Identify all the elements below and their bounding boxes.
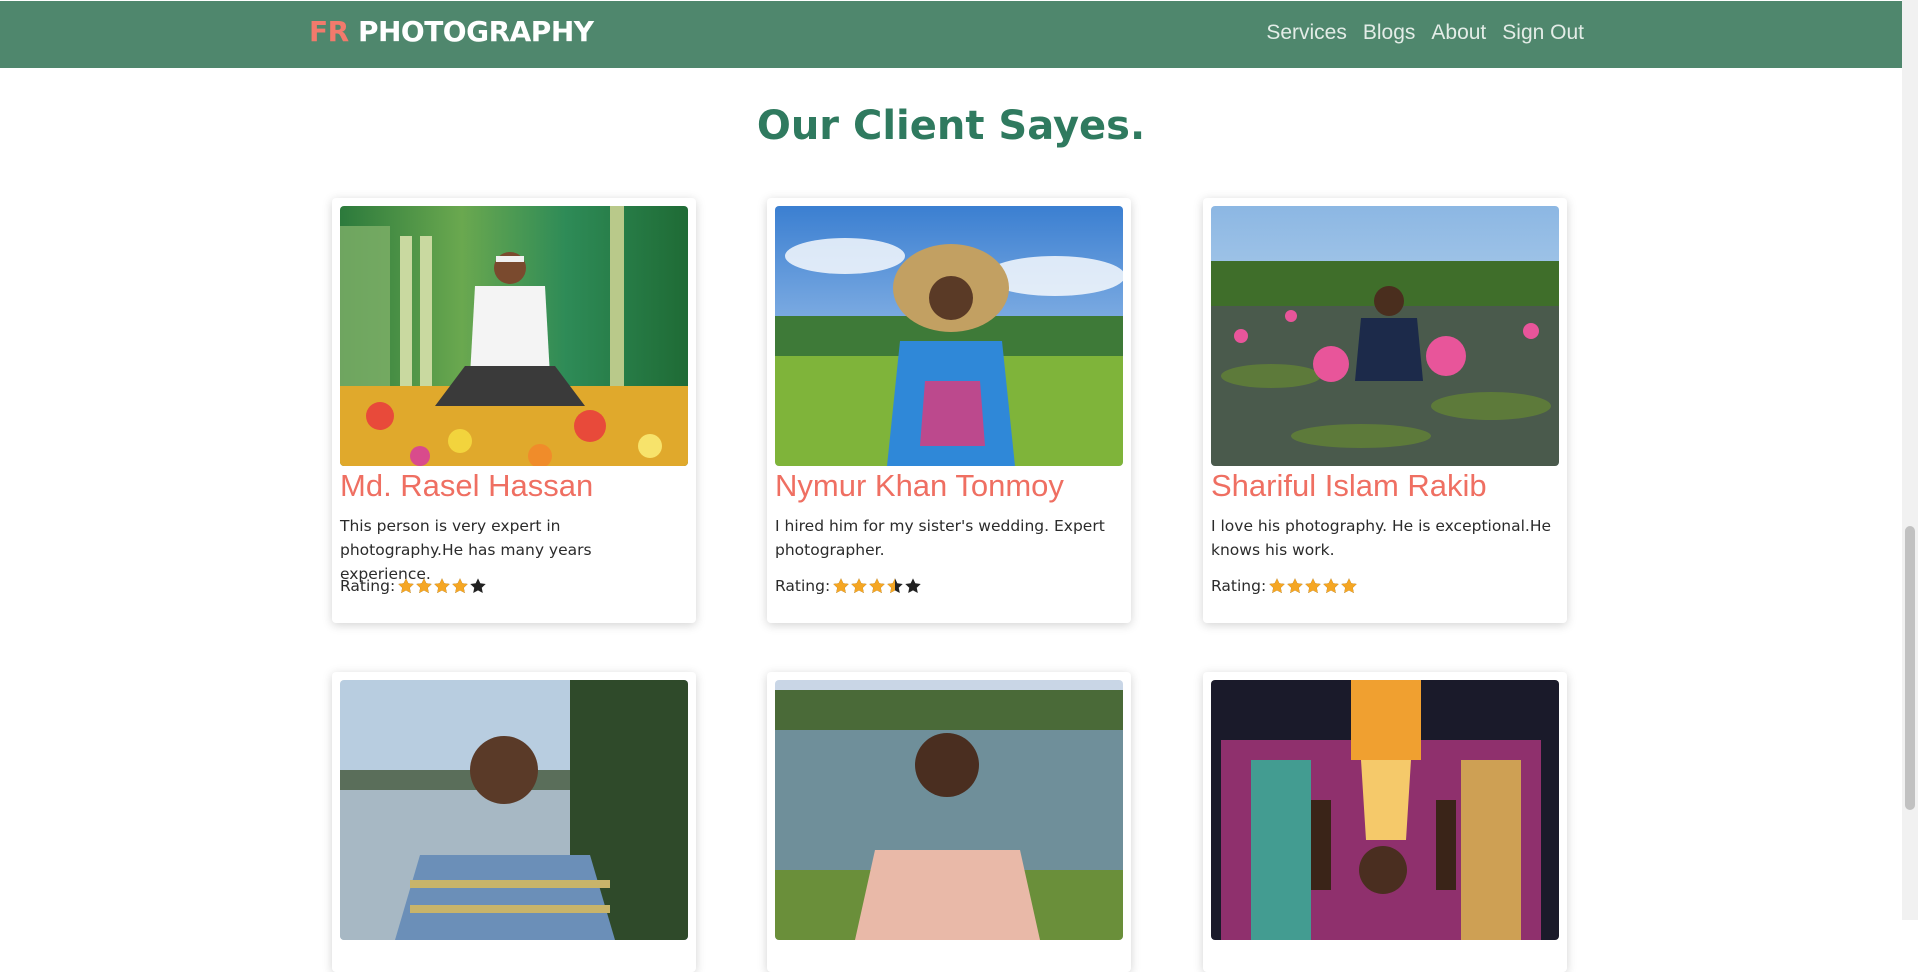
client-photo: [340, 680, 688, 940]
nav-sign-out[interactable]: Sign Out: [1502, 21, 1584, 45]
client-testimonial: I love his photography. He is exceptiona…: [1211, 517, 1552, 559]
rating: Rating:: [775, 577, 922, 595]
client-testimonial: I hired him for my sister's wedding. Exp…: [775, 517, 1105, 559]
star-filled-icon: [434, 578, 450, 594]
client-name: Md. Rasel Hassan: [340, 468, 594, 503]
star-filled-icon: [833, 578, 849, 594]
client-photo: [775, 206, 1123, 466]
star-filled-icon: [851, 578, 867, 594]
star-empty-icon: [905, 578, 921, 594]
nav-services[interactable]: Services: [1266, 21, 1347, 45]
star-filled-icon: [869, 578, 885, 594]
brand-name: PHOTOGRAPHY: [357, 15, 594, 48]
testimonial-card: [332, 672, 696, 972]
navbar: FR PHOTOGRAPHY Services Blogs About Sign…: [0, 1, 1902, 68]
star-half-icon: [887, 578, 903, 594]
rating-label: Rating:: [1211, 577, 1267, 595]
star-empty-icon: [470, 578, 486, 594]
star-filled-icon: [398, 578, 414, 594]
scrollbar-thumb[interactable]: [1905, 526, 1915, 810]
brand-accent: FR: [309, 15, 349, 48]
rating-stars: [1268, 577, 1358, 595]
testimonial-card: Nymur Khan Tonmoy I hired him for my sis…: [767, 198, 1131, 623]
client-testimonial: This person is very expert in photograph…: [340, 517, 592, 583]
star-filled-icon: [1323, 578, 1339, 594]
nav-about[interactable]: About: [1431, 21, 1486, 45]
client-photo: [1211, 680, 1559, 940]
star-filled-icon: [1269, 578, 1285, 594]
client-photo: [775, 680, 1123, 940]
testimonial-card: [1203, 672, 1567, 972]
rating-label: Rating:: [340, 577, 396, 595]
client-name: Nymur Khan Tonmoy: [775, 468, 1064, 503]
testimonial-card: [767, 672, 1131, 972]
scrollbar[interactable]: [1902, 0, 1918, 920]
nav-links: Services Blogs About Sign Out: [1266, 21, 1584, 45]
star-filled-icon: [416, 578, 432, 594]
rating: Rating:: [340, 577, 487, 595]
star-filled-icon: [452, 578, 468, 594]
star-filled-icon: [1341, 578, 1357, 594]
nav-blogs[interactable]: Blogs: [1363, 21, 1416, 45]
rating-stars: [397, 577, 487, 595]
rating-label: Rating:: [775, 577, 831, 595]
client-photo: [1211, 206, 1559, 466]
testimonial-card: Shariful Islam Rakib I love his photogra…: [1203, 198, 1567, 623]
section-title: Our Client Sayes.: [756, 103, 1146, 149]
client-name: Shariful Islam Rakib: [1211, 468, 1487, 503]
rating: Rating:: [1211, 577, 1358, 595]
client-photo: [340, 206, 688, 466]
rating-stars: [832, 577, 922, 595]
testimonial-card: Md. Rasel Hassan This person is very exp…: [332, 198, 696, 623]
star-filled-icon: [1305, 578, 1321, 594]
star-filled-icon: [1287, 578, 1303, 594]
brand-logo[interactable]: FR PHOTOGRAPHY: [309, 15, 594, 48]
